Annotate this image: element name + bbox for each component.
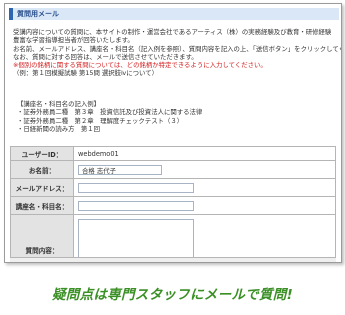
question-label: 質問内容：	[10, 214, 74, 262]
form-bottom-strip	[10, 257, 336, 262]
example-note: （例：第１回模擬試験 第15問 選択肢ⅳについて）	[13, 69, 159, 78]
subject-field[interactable]	[78, 200, 194, 211]
user-id-value: webdemo01	[73, 146, 336, 161]
subject-label: 講座名・科目名：	[10, 196, 74, 215]
question-form: ユーザーID： webdemo01 お名前： 合格 志代子 メールアドレス： 講…	[10, 146, 336, 262]
example-item: ・証券外務員二種 第３章 投資信託及び投資法人に関する法律	[17, 108, 203, 117]
course-examples: 【講座名・科目名の記入例】 ・証券外務員二種 第３章 投資信託及び投資法人に関す…	[17, 100, 202, 133]
user-id-label: ユーザーID：	[10, 146, 74, 161]
name-row: お名前： 合格 志代子	[10, 160, 336, 179]
email-field[interactable]	[78, 182, 194, 193]
section-title: 質問用メール	[17, 10, 59, 18]
email-label: メールアドレス：	[10, 178, 74, 197]
intro-line: なお、質問に対する回答は、メールで送信させていただきます。	[13, 52, 198, 61]
example-item: ・日経新聞の読み方 第１回	[17, 124, 101, 133]
name-field[interactable]: 合格 志代子	[78, 164, 162, 175]
user-id-row: ユーザーID： webdemo01	[10, 146, 336, 161]
example-item: ・証券外務員二種 第２章 理解度チェックテスト（３）	[17, 116, 184, 125]
intro-line: 豊富な学習指導担当者が回答いたします。	[13, 36, 134, 45]
subject-row: 講座名・科目名：	[10, 196, 336, 215]
section-header: 質問用メール	[9, 8, 339, 20]
question-row: 質問内容：	[10, 214, 336, 262]
intro-line: お名前、メールアドレス、講座名・科目名（記入例を参照）、質問内容を記入の上、「送…	[13, 44, 342, 53]
email-row: メールアドレス：	[10, 178, 336, 197]
caption-banner: 疑問点は専門スタッフにメールで質問!	[51, 287, 294, 303]
name-label: お名前：	[10, 160, 74, 179]
intro-text: 受講内容についての質問に、本サイトの制作・運営会社であるアーティス（株）の実務経…	[13, 28, 342, 78]
screenshot-frame: 質問用メール 受講内容についての質問に、本サイトの制作・運営会社であるアーティス…	[4, 3, 342, 263]
